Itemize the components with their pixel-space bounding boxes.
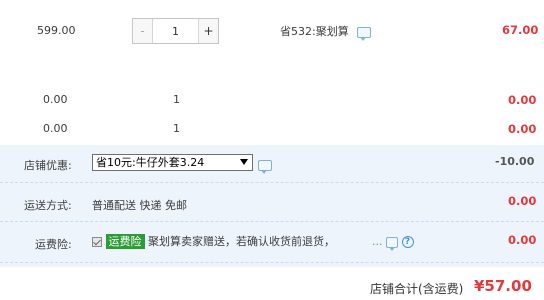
item-quantity: 1 [173,93,180,106]
quantity-stepper: - 1 + [132,18,219,44]
shipping-insurance-amount: 0.00 [508,233,537,247]
store-discount-amount: -10.00 [495,155,535,168]
item-quantity: 1 [173,122,180,135]
item-unit-price: 0.00 [43,93,68,106]
shipping-insurance-more: ... ? [372,235,414,251]
shipping-insurance-badge: 运费险 [105,234,145,249]
item-unit-price: 0.00 [43,122,68,135]
shipping-insurance-description: 聚划算卖家赠送，若确认收货前退货， [148,235,335,248]
help-icon[interactable]: ? [401,236,414,248]
divider [0,221,544,222]
divider [0,182,544,183]
shipping-method: 普通配送 快递 免邮 [92,199,187,212]
increase-quantity-button[interactable]: + [198,19,218,43]
shipping-insurance-option: 运费险 聚划算卖家赠送，若确认收货前退货， [92,233,335,249]
chat-icon[interactable] [258,159,272,174]
divider [0,262,544,263]
product-unit-price: 599.00 [37,24,76,37]
quantity-input[interactable]: 1 [153,19,198,43]
store-total-label: 店铺合计(含运费) [370,282,464,296]
more-text: ... [372,235,383,248]
store-discount-selected: 省10元:牛仔外套3.24 [96,156,205,169]
store-total-value: ¥57.00 [474,277,532,295]
product-discount-note: 省532:聚划算 [280,23,372,41]
shipping-amount: 0.00 [508,194,537,208]
shipping-insurance-checkbox[interactable] [92,237,102,247]
shipping-insurance-label: 运费险: [35,238,72,251]
item-subtotal: 0.00 [508,122,537,136]
item-subtotal: 0.00 [508,93,537,107]
shipping-label: 运送方式: [24,199,72,212]
product-subtotal: 67.00 [502,23,539,37]
chat-icon[interactable] [386,236,398,251]
store-discount-select[interactable]: 省10元:牛仔外套3.24 [92,154,253,171]
decrease-quantity-button[interactable]: - [133,19,153,43]
discount-note-text: 省532:聚划算 [280,25,349,38]
store-discount-label: 店铺优惠: [24,159,72,172]
chat-icon[interactable] [357,26,372,41]
chevron-down-icon [240,159,248,165]
